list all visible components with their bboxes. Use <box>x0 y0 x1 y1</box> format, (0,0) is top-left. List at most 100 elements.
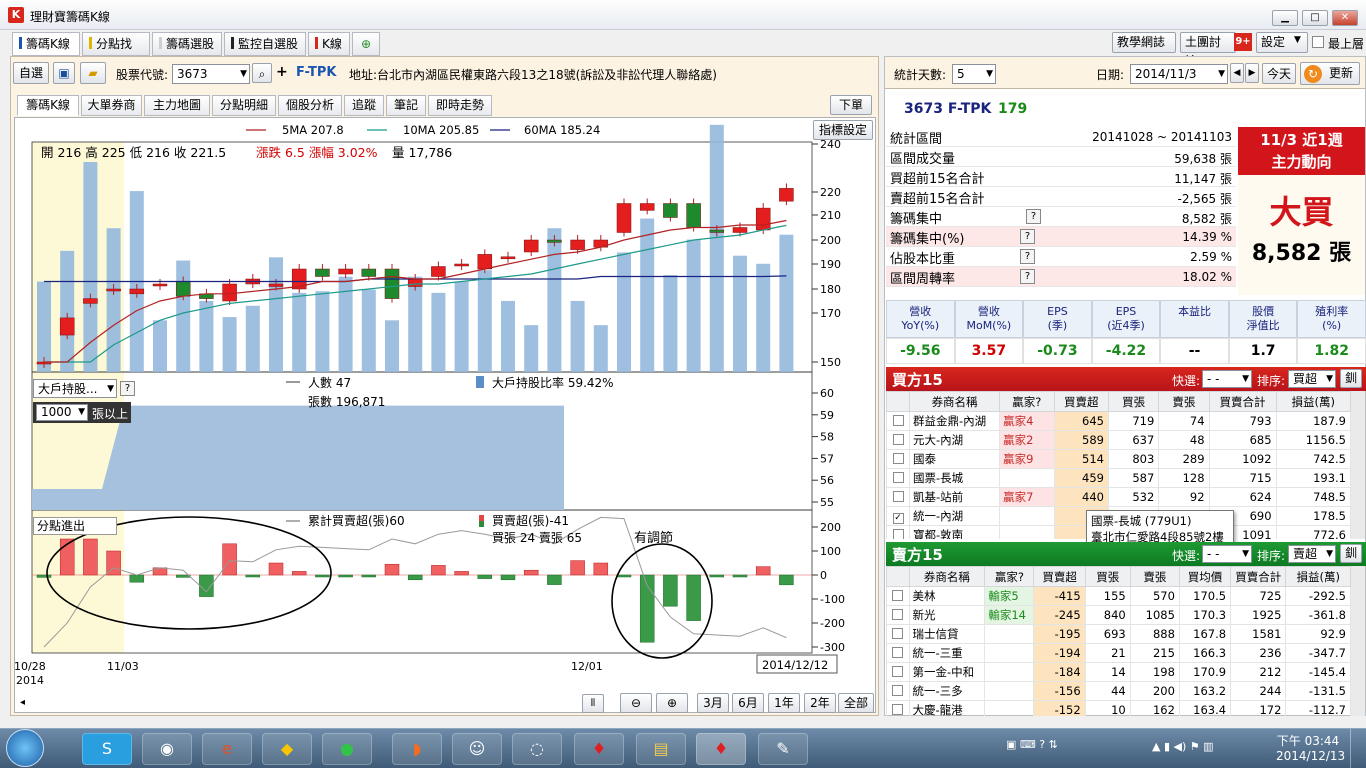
row-checkbox[interactable] <box>892 529 904 539</box>
branch-select[interactable]: 分點進出 <box>33 517 117 535</box>
sell-quick-select[interactable]: - - ▼ <box>1202 545 1252 563</box>
chevron-down-icon[interactable]: ▼ <box>1218 65 1225 83</box>
minimize-button[interactable]: ▁ <box>1272 10 1298 26</box>
settings-dropdown-icon[interactable]: ▼ <box>1294 35 1301 45</box>
table-row[interactable]: 大慶-龍港 -152 10 162 163.4 172 -112.7 <box>886 700 1351 716</box>
sell-col-header[interactable]: 買均價 <box>1178 566 1232 587</box>
subtab-main-map[interactable]: 主力地圖 <box>144 95 210 116</box>
row-checkbox[interactable] <box>892 590 904 601</box>
tab-chip-select[interactable]: 籌碼選股 <box>152 32 222 56</box>
holders-select[interactable]: 大戶持股... ▼ <box>33 379 117 398</box>
tab-branch-find[interactable]: 分點找股 <box>82 32 150 73</box>
row-checkbox[interactable] <box>892 628 904 639</box>
sell-col-header[interactable]: 買賣超 <box>1033 566 1086 587</box>
qty-select[interactable]: 1000 ▼ <box>36 404 88 421</box>
help-icon[interactable]: ? <box>1020 269 1035 284</box>
chrome-icon[interactable]: ◉ <box>142 733 192 765</box>
close-button[interactable]: ✕ <box>1332 10 1358 26</box>
scroll-left-icon[interactable]: ◂ <box>20 697 25 708</box>
row-checkbox[interactable] <box>892 491 904 502</box>
table-row[interactable]: 凱基-站前 贏家7 440 532 92 624 748.5 <box>886 487 1351 507</box>
row-checkbox[interactable] <box>892 434 904 445</box>
qq-icon[interactable]: ☺ <box>452 733 502 765</box>
sell-col-header[interactable]: 損益(萬) <box>1285 566 1351 587</box>
subtab-realtime[interactable]: 即時走勢 <box>428 95 492 116</box>
line-icon[interactable]: ● <box>322 733 372 765</box>
buy-col-header[interactable]: 買賣合計 <box>1208 391 1277 412</box>
table-row[interactable]: 統一-三多 -156 44 200 163.2 244 -131.5 <box>886 681 1351 701</box>
paint-icon[interactable]: ✎ <box>758 733 808 765</box>
table-row[interactable]: 元大-內湖 贏家2 589 637 48 685 1156.5 <box>886 430 1351 450</box>
chevron-down-icon[interactable]: ▼ <box>1242 371 1249 387</box>
stat-days-select[interactable]: 5 ▼ <box>952 64 996 84</box>
row-checkbox[interactable] <box>892 704 904 715</box>
skype-icon[interactable]: S <box>82 733 132 765</box>
subtab-big-orders[interactable]: 大單券商 <box>81 95 142 116</box>
date-select[interactable]: 2014/11/3 ▼ <box>1130 64 1228 84</box>
chevron-down-icon[interactable]: ▼ <box>78 405 85 420</box>
table-row[interactable]: 統一-三重 -194 21 215 166.3 236 -347.7 <box>886 643 1351 663</box>
chevron-down-icon[interactable]: ▼ <box>1326 371 1333 387</box>
show-desktop-button[interactable] <box>1350 729 1366 768</box>
search-icon[interactable]: ⌕ <box>252 63 272 83</box>
app-orange-icon[interactable]: ◗ <box>392 733 442 765</box>
ruby-active-icon[interactable]: ♦ <box>696 733 746 765</box>
prev-date-icon[interactable]: ◀ <box>1230 63 1244 83</box>
zoom-in-icon[interactable]: ⊕ <box>656 693 688 713</box>
next-date-icon[interactable]: ▶ <box>1245 63 1259 83</box>
range-2y-button[interactable]: 2年 <box>804 693 836 713</box>
help-icon[interactable]: ? <box>1026 209 1041 224</box>
buy-col-header[interactable]: 券商名稱 <box>909 391 1001 412</box>
app-yellow-icon[interactable]: ◆ <box>262 733 312 765</box>
tab-chip-kline[interactable]: 籌碼K線 <box>12 32 80 56</box>
start-orb-icon[interactable] <box>6 729 44 767</box>
subtab-track[interactable]: 追蹤 <box>344 95 384 116</box>
sell-col-header[interactable]: 賣張 <box>1129 566 1180 587</box>
kline-chart[interactable]: 150170180190200210220240 555657585960 -3… <box>14 117 876 713</box>
chevron-down-icon[interactable]: ▼ <box>1242 546 1249 562</box>
notification-badge[interactable]: 9+ <box>1234 33 1252 51</box>
tutorial-blog-button[interactable]: 教學網誌 <box>1112 32 1176 53</box>
save-icon[interactable]: ▣ <box>53 62 75 84</box>
tray-icons[interactable]: ▣ ⌨ ? ⇅ <box>1006 738 1146 758</box>
clock[interactable]: 下午 03:44 2014/12/13 <box>1276 732 1345 763</box>
buy-col-header[interactable]: 賣張 <box>1158 391 1210 412</box>
buy-quick-select[interactable]: - - ▼ <box>1202 370 1252 388</box>
tab-kline[interactable]: K線 <box>308 32 350 56</box>
sell-col-header[interactable]: 券商名稱 <box>908 566 986 587</box>
globe-icon[interactable]: ◌ <box>512 733 562 765</box>
forum-button[interactable]: 土團討論 <box>1180 32 1236 68</box>
buy-col-header[interactable]: 贏家? <box>999 391 1055 412</box>
buy-col-header[interactable]: 損益(萬) <box>1275 391 1351 412</box>
row-checkbox[interactable]: ✓ <box>892 513 904 524</box>
sell-scrollbar[interactable] <box>1351 566 1365 716</box>
top-most-checkbox[interactable] <box>1312 36 1324 48</box>
stock-code-input[interactable]: 3673 ▼ <box>172 64 250 84</box>
add-icon[interactable]: + <box>276 64 288 80</box>
scrollbar-thumb[interactable]: ⦀ <box>582 694 604 713</box>
help-icon[interactable]: ? <box>1020 249 1035 264</box>
self-select-button[interactable]: 自選 <box>13 62 49 84</box>
table-row[interactable]: 群益金鼎-內湖 贏家4 645 719 74 793 187.9 <box>886 411 1351 431</box>
buy-sort-select[interactable]: 買超 ▼ <box>1288 370 1336 388</box>
sell-pin-button[interactable]: 釧 <box>1340 544 1362 563</box>
table-row[interactable]: 國泰 贏家9 514 803 289 1092 742.5 <box>886 449 1351 469</box>
subtab-stock-analysis[interactable]: 個股分析 <box>278 95 342 116</box>
row-checkbox[interactable] <box>892 647 904 658</box>
range-all-button[interactable]: 全部 <box>838 693 874 713</box>
subtab-chip-kline[interactable]: 籌碼K線 <box>17 95 79 116</box>
table-row[interactable]: 美林 輸家5 -415 155 570 170.5 725 -292.5 <box>886 586 1351 606</box>
row-checkbox[interactable] <box>892 666 904 677</box>
tab-watchlist[interactable]: 監控自選股 <box>224 32 306 56</box>
explorer-icon[interactable]: ▤ <box>636 733 686 765</box>
buy-scrollbar[interactable] <box>1351 391 1365 539</box>
ruby-icon[interactable]: ♦ <box>574 733 624 765</box>
order-button[interactable]: 下單 <box>830 95 872 115</box>
row-checkbox[interactable] <box>892 472 904 483</box>
zoom-out-icon[interactable]: ⊖ <box>620 693 652 713</box>
ie-icon[interactable]: e <box>202 733 252 765</box>
buy-col-header[interactable]: 買張 <box>1107 391 1160 412</box>
chevron-down-icon[interactable]: ▼ <box>240 65 247 83</box>
subtab-branch-detail[interactable]: 分點明細 <box>212 95 276 116</box>
table-row[interactable]: 第一金-中和 -184 14 198 170.9 212 -145.4 <box>886 662 1351 682</box>
